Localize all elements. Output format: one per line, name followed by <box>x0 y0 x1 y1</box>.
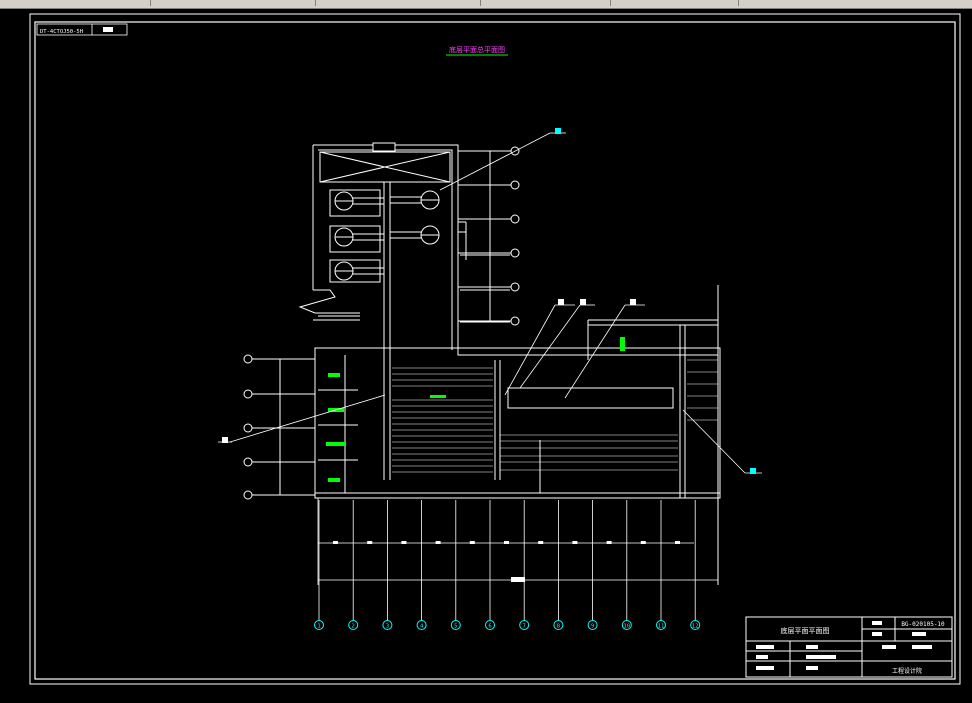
dimension-lines <box>317 498 719 585</box>
dimension-tick <box>435 541 441 544</box>
dimension-tick <box>401 541 407 544</box>
axis-label: 1 <box>317 624 320 630</box>
right-axis-bubbles <box>458 146 520 326</box>
toolbar-segment[interactable] <box>160 0 316 6</box>
dimension-tick <box>504 541 509 544</box>
axis-label: 5 <box>454 624 457 630</box>
toolbar-segment[interactable] <box>485 0 611 6</box>
axis-label: 12 <box>692 624 699 630</box>
dimension-tick <box>640 541 646 544</box>
dimension-tick <box>538 541 544 544</box>
upper-wing <box>298 142 718 480</box>
inner-frame <box>34 21 956 680</box>
toolbar-segment[interactable] <box>618 0 739 6</box>
grid-axes: 1 2 3 4 5 6 7 8 9 10 11 12 <box>314 500 701 630</box>
axis-label: 3 <box>386 624 389 630</box>
drawing-canvas[interactable]: DT-4CTOJ50-5H 底层平面总平面图 1 2 3 4 5 6 7 8 9… <box>0 9 972 699</box>
cad-toolbar <box>0 0 972 9</box>
callout-tags-white <box>222 299 636 443</box>
floor-hatching <box>392 359 718 473</box>
toolbar-segment[interactable] <box>0 0 151 6</box>
outer-frame <box>29 13 961 685</box>
cad-drawing: DT-4CTOJ50-5H 底层平面总平面图 1 2 3 4 5 6 7 8 9… <box>29 13 961 685</box>
axis-label: 9 <box>591 624 594 630</box>
titleblock-drawing-number: BG-020105-10 <box>901 621 945 628</box>
axis-label: 6 <box>488 624 491 630</box>
dimension-tick <box>367 541 373 544</box>
dimension-tick <box>606 541 612 544</box>
axis-label: 7 <box>523 624 526 630</box>
axis-label: 2 <box>352 624 355 630</box>
axis-label: 11 <box>658 624 665 630</box>
titleblock-drawing-title: 底层平面平面图 <box>781 626 830 635</box>
dimension-tick <box>675 541 680 544</box>
dimension-tick <box>333 541 338 544</box>
dimension-tick <box>469 541 475 544</box>
axis-label: 10 <box>623 624 630 630</box>
axis-label: 8 <box>557 624 560 630</box>
drawing-code-box: DT-4CTOJ50-5H <box>36 23 128 36</box>
toolbar-segment[interactable] <box>320 0 481 6</box>
dimension-text <box>511 577 525 582</box>
dimension-tick <box>572 541 578 544</box>
titleblock-company: 工程设计院 <box>892 667 922 675</box>
drawing-title: 底层平面总平面图 <box>449 45 505 54</box>
drawing-code: DT-4CTOJ50-5H <box>40 29 83 35</box>
